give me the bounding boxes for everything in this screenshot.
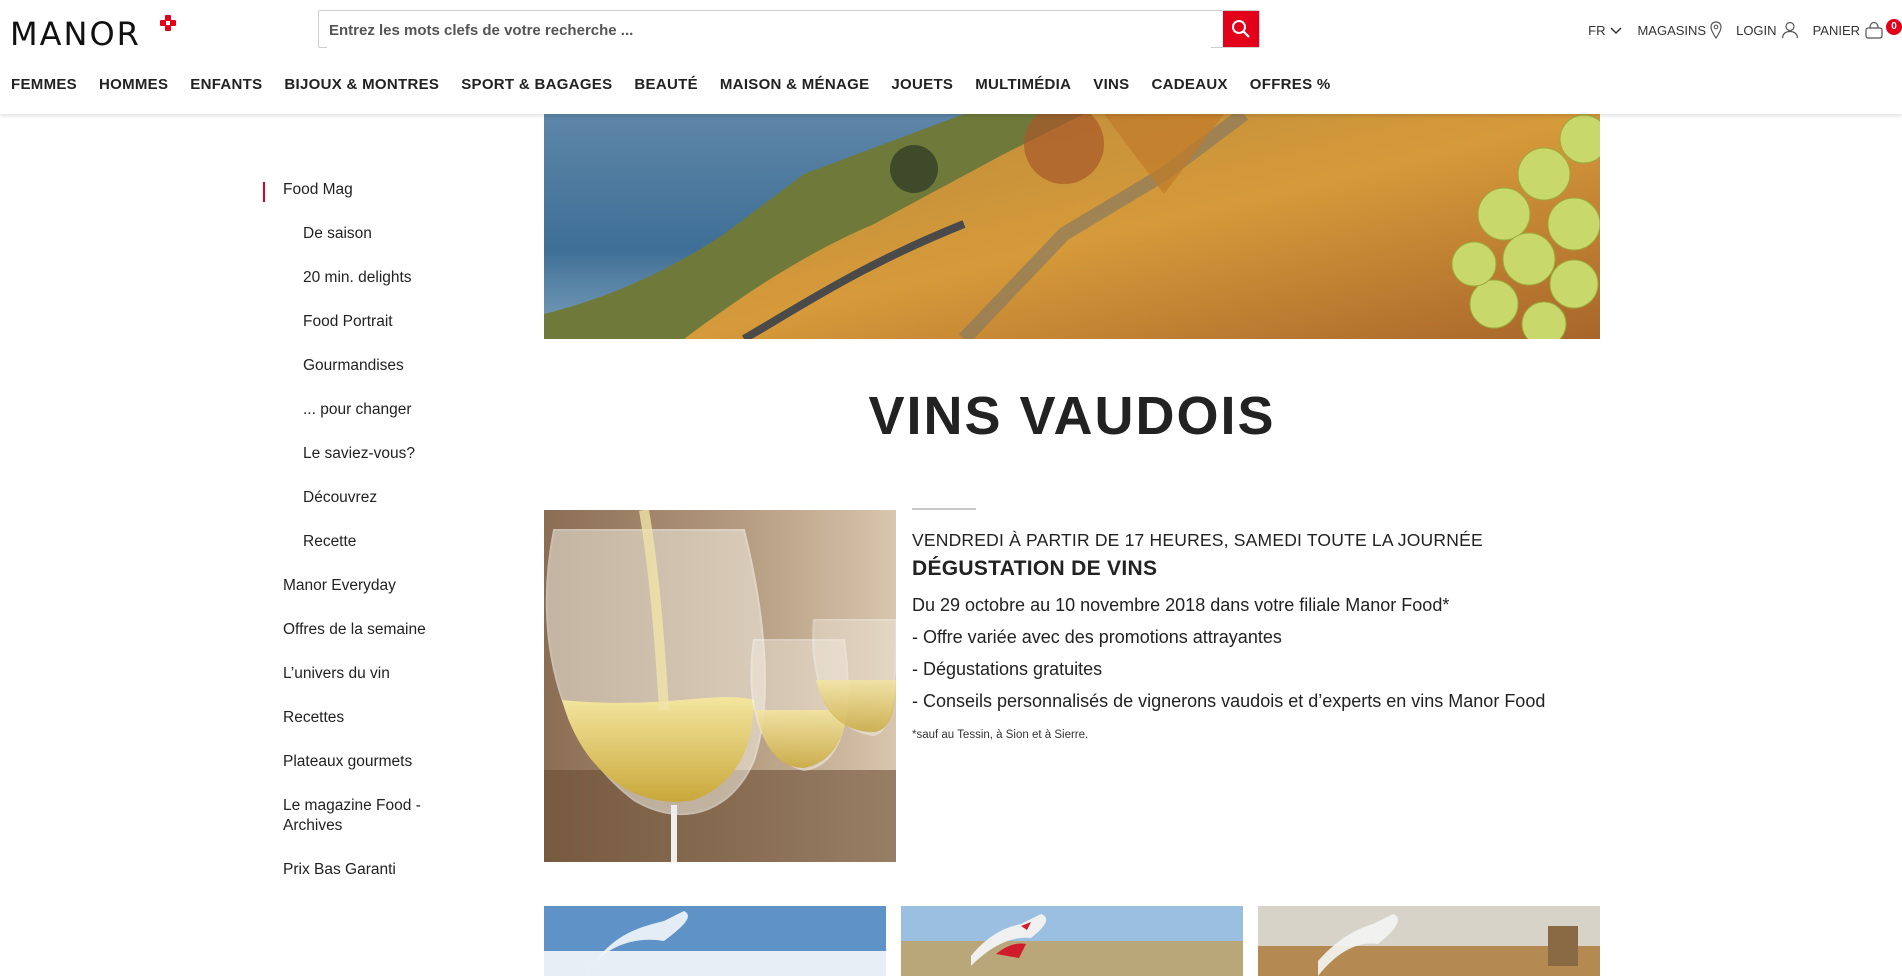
search-input[interactable] [327,11,1211,49]
search-icon [1232,20,1250,38]
nav-item-beauté[interactable]: BEAUTÉ [634,76,697,93]
sidebar-item[interactable]: Recettes [263,708,463,728]
language-label: FR [1588,22,1606,38]
sidebar-item[interactable]: L’univers du vin [263,664,463,684]
sidebar-item[interactable]: ... pour changer [263,400,463,420]
cart-link[interactable]: PANIER 0 [1812,19,1902,39]
language-selector[interactable]: FR [1588,23,1623,38]
food-mag-sidebar: Food Mag De saison 20 min. delights Food Po… [263,180,463,904]
sidebar-item[interactable]: Manor Everyday [263,576,463,596]
nav-item-femmes[interactable]: FEMMES [11,76,77,93]
login-link[interactable]: LOGIN [1736,21,1798,39]
article-footnote: *sauf au Tessin, à Sion et à Sierre. [912,729,1089,741]
nav-item-enfants[interactable]: ENFANTS [190,76,262,93]
nav-item-vins[interactable]: VINS [1093,76,1129,93]
sidebar-item[interactable]: Food Portrait [263,312,463,332]
nav-item-maison-ménage[interactable]: MAISON & MÉNAGE [720,76,870,93]
nav-item-bijoux-montres[interactable]: BIJOUX & MONTRES [284,76,439,93]
region-map-thumbnail[interactable] [901,906,1243,976]
nav-item-sport-bagages[interactable]: SPORT & BAGAGES [461,76,612,93]
article-line: Du 29 octobre au 10 novembre 2018 dans v… [912,595,1450,615]
sidebar-item[interactable]: Gourmandises [263,356,463,376]
hero-image-vineyard [544,114,1600,339]
article-line: - Conseils personnalisés de vignerons va… [912,691,1546,711]
nav-item-hommes[interactable]: HOMMES [99,76,168,93]
article-line: - Offre variée avec des promotions attra… [912,627,1282,647]
search-button[interactable] [1223,11,1259,47]
wine-glass-image [544,510,896,862]
sidebar-item[interactable]: Le saviez-vous? [263,444,463,464]
cart-count-badge: 0 [1886,19,1902,35]
sidebar-item[interactable]: Prix Bas Garanti [263,860,463,880]
sidebar-item[interactable]: Plateaux gourmets [263,752,463,772]
divider [912,508,976,510]
sidebar-item[interactable]: Offres de la semaine [263,620,463,640]
nav-item-offres[interactable]: OFFRES % [1250,76,1331,93]
basket-icon [1865,21,1883,39]
nav-item-cadeaux[interactable]: CADEAUX [1152,76,1228,93]
nav-item-jouets[interactable]: JOUETS [891,76,953,93]
sidebar-item[interactable]: Le magazine Food - Archives [263,796,423,836]
article-line: - Dégustations gratuites [912,659,1103,679]
region-map-thumbnail[interactable] [1258,906,1600,976]
article-headline: DÉGUSTATION DE VINS [912,557,1158,580]
sidebar-item[interactable]: Découvrez [263,488,463,508]
chevron-down-icon [1610,27,1622,35]
region-map-thumbnail[interactable] [544,906,886,976]
site-header: MANOR FR MAGASINS LOGIN [0,0,1902,114]
tasting-article: VENDREDI À PARTIR DE 17 HEURES, SAMEDI T… [912,508,1602,741]
sidebar-item[interactable]: Recette [263,532,463,552]
sidebar-item[interactable]: 20 min. delights [263,268,463,288]
sidebar-item[interactable]: De saison [263,224,463,244]
article-kicker: VENDREDI À PARTIR DE 17 HEURES, SAMEDI T… [912,530,1483,550]
location-pin-icon [1710,21,1722,39]
login-label: LOGIN [1736,22,1777,38]
logo-cross-mark [160,15,176,31]
page-title: VINS VAUDOIS [868,386,1276,446]
nav-item-multimédia[interactable]: MULTIMÉDIA [975,76,1071,93]
stores-label: MAGASINS [1637,22,1707,38]
cart-label: PANIER [1812,22,1860,38]
header-utilities: FR MAGASINS LOGIN PANIER 0 [1574,18,1902,42]
sidebar-item[interactable]: Food Mag [263,180,463,202]
search-bar [318,10,1260,49]
brand-logo[interactable]: MANOR [10,15,141,53]
stores-link[interactable]: MAGASINS [1637,21,1722,39]
main-navigation: FEMMES HOMMES ENFANTS BIJOUX & MONTRES SPORT… [11,76,1353,93]
user-icon [1781,21,1798,39]
